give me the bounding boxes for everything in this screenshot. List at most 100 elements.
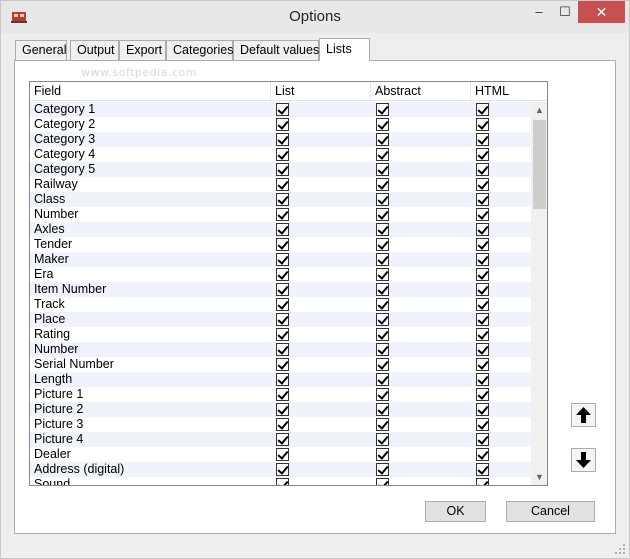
html-checkbox[interactable]	[476, 373, 489, 386]
list-checkbox[interactable]	[276, 253, 289, 266]
list-checkbox[interactable]	[276, 223, 289, 236]
abstract-checkbox[interactable]	[376, 388, 389, 401]
list-row[interactable]: Picture 2	[30, 402, 531, 417]
list-checkbox[interactable]	[276, 313, 289, 326]
list-row[interactable]: Item Number	[30, 282, 531, 297]
list-row[interactable]: Class	[30, 192, 531, 207]
minimize-button[interactable]: –	[526, 1, 552, 23]
cancel-button[interactable]: Cancel	[506, 501, 595, 522]
abstract-checkbox[interactable]	[376, 328, 389, 341]
list-row[interactable]: Picture 1	[30, 387, 531, 402]
resize-grip-icon[interactable]	[613, 542, 627, 556]
abstract-checkbox[interactable]	[376, 103, 389, 116]
abstract-checkbox[interactable]	[376, 238, 389, 251]
scroll-thumb[interactable]	[533, 120, 546, 209]
list-row[interactable]: Rating	[30, 327, 531, 342]
html-checkbox[interactable]	[476, 268, 489, 281]
fields-list-view[interactable]: Field List Abstract HTML Category 1 Categ…	[29, 81, 548, 486]
list-checkbox[interactable]	[276, 388, 289, 401]
abstract-checkbox[interactable]	[376, 373, 389, 386]
abstract-checkbox[interactable]	[376, 433, 389, 446]
abstract-checkbox[interactable]	[376, 478, 389, 485]
abstract-checkbox[interactable]	[376, 163, 389, 176]
html-checkbox[interactable]	[476, 388, 489, 401]
abstract-checkbox[interactable]	[376, 223, 389, 236]
abstract-checkbox[interactable]	[376, 343, 389, 356]
list-row[interactable]: Number	[30, 342, 531, 357]
abstract-checkbox[interactable]	[376, 208, 389, 221]
html-checkbox[interactable]	[476, 313, 489, 326]
column-header-list[interactable]: List	[271, 82, 371, 101]
column-header-abstract[interactable]: Abstract	[371, 82, 471, 101]
abstract-checkbox[interactable]	[376, 148, 389, 161]
html-checkbox[interactable]	[476, 433, 489, 446]
abstract-checkbox[interactable]	[376, 403, 389, 416]
html-checkbox[interactable]	[476, 148, 489, 161]
html-checkbox[interactable]	[476, 478, 489, 485]
list-checkbox[interactable]	[276, 193, 289, 206]
list-checkbox[interactable]	[276, 268, 289, 281]
list-row[interactable]: Era	[30, 267, 531, 282]
list-checkbox[interactable]	[276, 133, 289, 146]
html-checkbox[interactable]	[476, 298, 489, 311]
scroll-up-arrow[interactable]: ▲	[531, 102, 547, 119]
move-up-button[interactable]	[571, 403, 596, 427]
html-checkbox[interactable]	[476, 238, 489, 251]
list-row[interactable]: Picture 4	[30, 432, 531, 447]
html-checkbox[interactable]	[476, 223, 489, 236]
list-row[interactable]: Track	[30, 297, 531, 312]
column-header-field[interactable]: Field	[30, 82, 271, 101]
list-row[interactable]: Dealer	[30, 447, 531, 462]
list-checkbox[interactable]	[276, 148, 289, 161]
list-checkbox[interactable]	[276, 178, 289, 191]
tab-general[interactable]: General	[15, 40, 67, 60]
html-checkbox[interactable]	[476, 103, 489, 116]
list-row[interactable]: Sound	[30, 477, 531, 485]
html-checkbox[interactable]	[476, 163, 489, 176]
ok-button[interactable]: OK	[425, 501, 486, 522]
html-checkbox[interactable]	[476, 343, 489, 356]
list-checkbox[interactable]	[276, 238, 289, 251]
abstract-checkbox[interactable]	[376, 358, 389, 371]
vertical-scrollbar[interactable]: ▲ ▼	[531, 102, 547, 485]
list-checkbox[interactable]	[276, 328, 289, 341]
abstract-checkbox[interactable]	[376, 463, 389, 476]
abstract-checkbox[interactable]	[376, 313, 389, 326]
list-checkbox[interactable]	[276, 448, 289, 461]
html-checkbox[interactable]	[476, 253, 489, 266]
list-row[interactable]: Axles	[30, 222, 531, 237]
html-checkbox[interactable]	[476, 118, 489, 131]
html-checkbox[interactable]	[476, 133, 489, 146]
list-row[interactable]: Place	[30, 312, 531, 327]
list-checkbox[interactable]	[276, 373, 289, 386]
html-checkbox[interactable]	[476, 208, 489, 221]
tab-categories[interactable]: Categories	[166, 40, 233, 60]
list-checkbox[interactable]	[276, 418, 289, 431]
list-row[interactable]: Number	[30, 207, 531, 222]
html-checkbox[interactable]	[476, 418, 489, 431]
close-button[interactable]: ✕	[578, 1, 625, 23]
abstract-checkbox[interactable]	[376, 418, 389, 431]
list-checkbox[interactable]	[276, 118, 289, 131]
list-checkbox[interactable]	[276, 403, 289, 416]
list-row[interactable]: Maker	[30, 252, 531, 267]
list-row[interactable]: Length	[30, 372, 531, 387]
list-checkbox[interactable]	[276, 103, 289, 116]
list-checkbox[interactable]	[276, 298, 289, 311]
tab-export[interactable]: Export	[119, 40, 166, 60]
html-checkbox[interactable]	[476, 178, 489, 191]
html-checkbox[interactable]	[476, 328, 489, 341]
list-checkbox[interactable]	[276, 358, 289, 371]
list-row[interactable]: Address (digital)	[30, 462, 531, 477]
html-checkbox[interactable]	[476, 448, 489, 461]
tab-default-values[interactable]: Default values	[233, 40, 319, 60]
abstract-checkbox[interactable]	[376, 253, 389, 266]
abstract-checkbox[interactable]	[376, 193, 389, 206]
move-down-button[interactable]	[571, 448, 596, 472]
abstract-checkbox[interactable]	[376, 298, 389, 311]
list-checkbox[interactable]	[276, 343, 289, 356]
list-row[interactable]: Tender	[30, 237, 531, 252]
list-row[interactable]: Railway	[30, 177, 531, 192]
abstract-checkbox[interactable]	[376, 118, 389, 131]
html-checkbox[interactable]	[476, 463, 489, 476]
